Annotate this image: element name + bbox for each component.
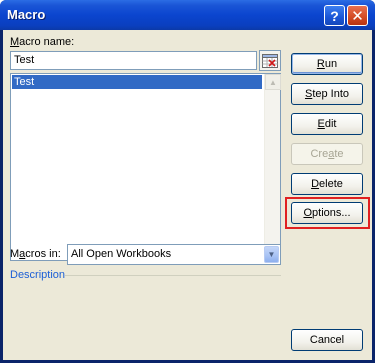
range-picker-button[interactable] [259, 50, 281, 71]
title-bar[interactable]: Macro ? ✕ [0, 0, 375, 30]
run-button[interactable]: Run [291, 53, 363, 75]
close-icon: ✕ [351, 7, 364, 25]
options-button[interactable]: Options... [291, 202, 363, 224]
help-icon: ? [330, 7, 339, 24]
macro-name-input[interactable]: Test [10, 51, 257, 70]
window-title: Macro [7, 7, 46, 22]
description-label: Description [10, 269, 66, 281]
macros-in-label: Macros in: [10, 248, 61, 260]
delete-button[interactable]: Delete [291, 173, 363, 195]
description-divider [65, 275, 281, 276]
macro-list[interactable]: Test ▲ ▼ [10, 73, 281, 261]
macro-name-value: Test [14, 54, 35, 66]
step-into-button[interactable]: Step Into [291, 83, 363, 105]
scroll-up-arrow-icon[interactable]: ▲ [265, 74, 281, 90]
range-selector-icon [262, 53, 278, 68]
macros-in-dropdown[interactable]: All Open Workbooks ▼ [67, 244, 281, 265]
cancel-button[interactable]: Cancel [291, 329, 363, 351]
list-scrollbar[interactable]: ▲ ▼ [264, 74, 281, 260]
dialog-body: Macro name: Test Test ▲ ▼ [3, 30, 372, 360]
edit-button[interactable]: Edit [291, 113, 363, 135]
close-button[interactable]: ✕ [347, 5, 368, 26]
help-button[interactable]: ? [324, 5, 345, 26]
macros-in-value: All Open Workbooks [71, 248, 172, 260]
macro-name-label: Macro name: [10, 36, 75, 48]
macro-dialog: Macro ? ✕ Macro name: Test Test ▲ R un S… [0, 0, 375, 363]
chevron-down-icon[interactable]: ▼ [264, 246, 279, 263]
macro-list-item[interactable]: Test [12, 75, 262, 89]
create-button[interactable]: Cre a te [291, 143, 363, 165]
